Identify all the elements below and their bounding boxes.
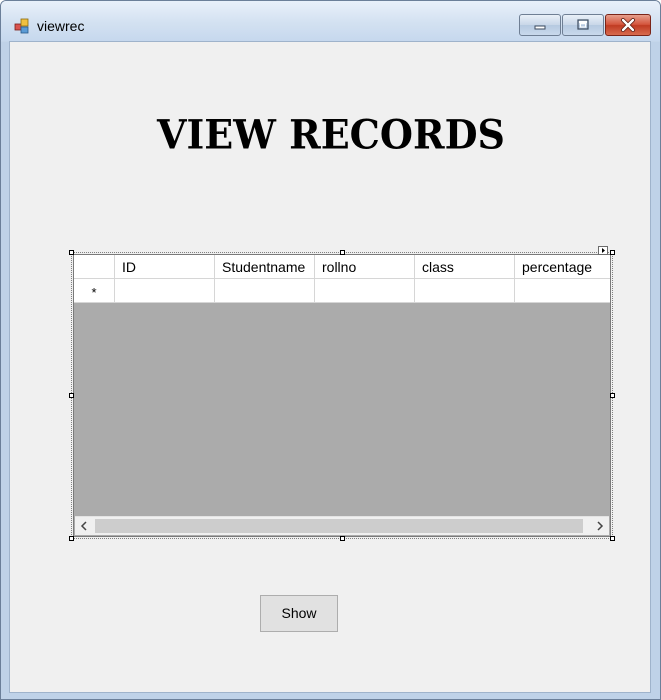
app-icon [14,18,30,34]
close-icon [621,18,635,32]
resize-handle-top-left[interactable] [69,250,74,255]
app-window: viewrec VIEW RECORDS ID Studentname roll… [0,0,661,700]
chevron-right-icon [597,521,604,531]
row-header-corner[interactable] [74,255,115,279]
window-title: viewrec [37,18,85,34]
page-title: VIEW RECORDS [157,110,505,159]
column-header-id[interactable]: ID [115,255,215,279]
resize-handle-bottom-right[interactable] [610,536,615,541]
play-icon [602,248,605,253]
resize-handle-top[interactable] [340,250,345,255]
close-button[interactable] [605,14,651,36]
minimize-icon [534,25,546,30]
chevron-left-icon [80,521,87,531]
grid-header-row: ID Studentname rollno class percentage [74,255,610,279]
new-row: * [74,279,610,303]
column-header-percentage[interactable]: percentage [515,255,610,279]
column-header-class[interactable]: class [415,255,515,279]
cell-percentage[interactable] [515,279,610,303]
cell-rollno[interactable] [315,279,415,303]
resize-handle-top-right[interactable] [610,250,615,255]
horizontal-scrollbar[interactable] [75,516,609,535]
resize-handle-bottom[interactable] [340,536,345,541]
form-client-area: VIEW RECORDS ID Studentname rollno class… [9,41,651,693]
column-header-rollno[interactable]: rollno [315,255,415,279]
scroll-left-button[interactable] [75,517,93,535]
maximize-button[interactable] [562,14,604,36]
new-row-marker[interactable]: * [74,279,115,303]
smart-tag-glyph[interactable] [598,246,608,255]
records-grid[interactable]: ID Studentname rollno class percentage * [73,254,611,537]
cell-class[interactable] [415,279,515,303]
minimize-button[interactable] [519,14,561,36]
resize-handle-right[interactable] [610,393,615,398]
cell-studentname[interactable] [215,279,315,303]
maximize-icon [577,19,589,30]
column-header-studentname[interactable]: Studentname [215,255,315,279]
cell-id[interactable] [115,279,215,303]
show-button[interactable]: Show [260,595,338,632]
scroll-right-button[interactable] [591,517,609,535]
resize-handle-left[interactable] [69,393,74,398]
resize-handle-bottom-left[interactable] [69,536,74,541]
scrollbar-thumb[interactable] [95,519,583,533]
title-bar[interactable]: viewrec [1,1,660,41]
